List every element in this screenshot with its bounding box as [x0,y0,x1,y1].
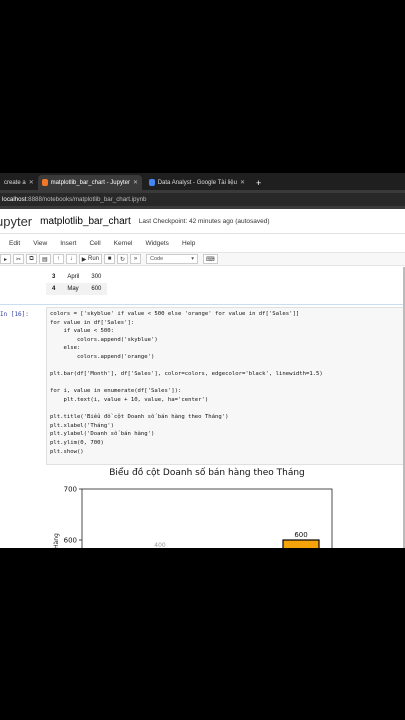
menu-help[interactable]: Help [182,240,195,247]
menu-cell[interactable]: Cell [89,240,100,247]
tab-google-docs[interactable]: Data Analyst - Google Tài liệu ✕ [145,175,249,190]
code-line: colors.append('orange') [50,354,155,360]
run-label: Run [87,256,99,262]
code-line: colors.append('skyblue') [50,336,158,343]
row-index: 3 [52,274,56,280]
move-down-icon[interactable]: ↓ [65,254,77,264]
jupyter-header: upyter matplotlib_bar_chart Last Checkpo… [0,209,405,234]
close-icon[interactable]: ✕ [29,179,34,186]
address-bar: localhost :8888/notebooks/matplotlib_bar… [0,190,405,209]
screen: create a ✕ matplotlib_bar_chart - Jupyte… [0,173,405,548]
close-icon[interactable]: ✕ [133,179,138,186]
url-path: :8888/notebooks/matplotlib_bar_chart.ipy… [26,196,147,203]
row-index: 4 [52,286,56,292]
code-line: for value in df['Sales']: [50,319,135,326]
copy-icon[interactable]: ⧉ [26,254,38,264]
code-line: plt.text(i, value + 10, value, ha='cente… [50,397,209,403]
cell-divider [0,304,405,305]
notebook-name[interactable]: matplotlib_bar_chart [40,216,131,227]
checkpoint-status: Last Checkpoint: 42 minutes ago (autosav… [139,218,270,225]
bar-chart: Biểu đồ cột Doanh số bán hàng theo Tháng… [53,467,333,548]
restart-icon[interactable]: ↻ [117,254,129,264]
chevron-down-icon: ▾ [191,256,195,262]
menu-view[interactable]: View [33,240,47,247]
paste-icon[interactable]: ▤ [39,254,51,264]
plot-frame [81,488,333,548]
fast-forward-icon[interactable]: » [130,254,142,264]
code-line: plt.bar(df['Month'], df['Sales'], color=… [50,371,323,378]
cell-type-value: Code [150,256,164,262]
code-line: if value < 500: [50,328,114,335]
y-tick-label: 600 [64,537,77,545]
stop-icon[interactable]: ■ [104,254,115,264]
code-line: plt.xlabel('Tháng') [50,422,114,429]
code-cell-editor[interactable]: colors = ['skyblue' if value < 500 else … [46,307,405,465]
code-line: plt.ylabel('Doanh số bán hàng') [50,431,155,438]
keyboard-icon[interactable]: ⌨ [203,254,218,264]
code-line: plt.title('Biểu đồ cột Doanh số bán hàng… [50,414,229,421]
tab-label: matplotlib_bar_chart - Jupyter [50,179,130,186]
menu-insert[interactable]: Insert [60,240,76,247]
save-button[interactable]: ▸ [0,254,11,264]
cell-prompt: In [16]: [0,311,29,318]
table-row: 4 May 600 [46,283,108,295]
code-line: else: [50,345,81,352]
code-line: plt.show() [50,448,84,455]
notebook-area: 3 April 300 4 May 600 In [16]: colors = … [0,267,405,548]
sales-cell: 600 [91,286,102,292]
notebook-toolbar: ▸ ✂ ⧉ ▤ ↑ ↓ ▶ Run ■ ↻ » Code ▾ ⌨ [0,252,405,266]
menu-kernel[interactable]: Kernel [114,240,133,247]
y-tick-label: 700 [64,486,77,494]
url-host: localhost [2,196,27,203]
bar-value-label: 600 [294,531,307,539]
chart-title: Biểu đồ cột Doanh số bán hàng theo Tháng [109,467,305,478]
close-icon[interactable]: ✕ [240,179,245,186]
sales-cell: 300 [91,274,102,280]
cell-type-select[interactable]: Code ▾ [146,254,199,264]
move-up-icon[interactable]: ↑ [52,254,64,264]
cut-icon[interactable]: ✂ [13,254,25,264]
table-row: 3 April 300 [46,271,107,283]
bar-value-label-partial: 400 [154,542,166,548]
month-cell: April [67,274,80,280]
browser-tab-bar: create a ✕ matplotlib_bar_chart - Jupyte… [0,173,405,190]
month-cell: May [67,286,79,292]
jupyter-favicon-icon [42,179,48,186]
y-axis-label: Hàng [53,533,60,548]
tab-jupyter[interactable]: matplotlib_bar_chart - Jupyter ✕ [38,175,142,190]
autosave-text: (autosaved) [235,217,270,225]
dataframe-output: 3 April 300 4 May 600 [46,271,108,295]
tab-create[interactable]: create a ✕ [0,175,36,190]
menu-bar: Edit View Insert Cell Kernel Widgets Hel… [0,234,405,252]
code-line: for i, value in enumerate(df['Sales']): [50,388,182,395]
url-field[interactable]: localhost :8888/notebooks/matplotlib_bar… [0,193,405,206]
jupyter-logo[interactable]: upyter [0,214,32,229]
code-line: colors = ['skyblue' if value < 500 else … [50,311,300,317]
bar [282,539,320,548]
menu-widgets[interactable]: Widgets [145,240,168,247]
menu-edit[interactable]: Edit [9,240,20,247]
checkpoint-text: Last Checkpoint: 42 minutes ago [138,217,234,225]
run-button[interactable]: ▶ Run [78,254,102,264]
new-tab-button[interactable]: + [252,175,266,190]
code-line: plt.ylim(0, 700) [50,440,104,446]
docs-favicon-icon [149,179,155,186]
tab-label: Data Analyst - Google Tài liệu [157,179,237,186]
tab-label: create a [4,179,26,186]
